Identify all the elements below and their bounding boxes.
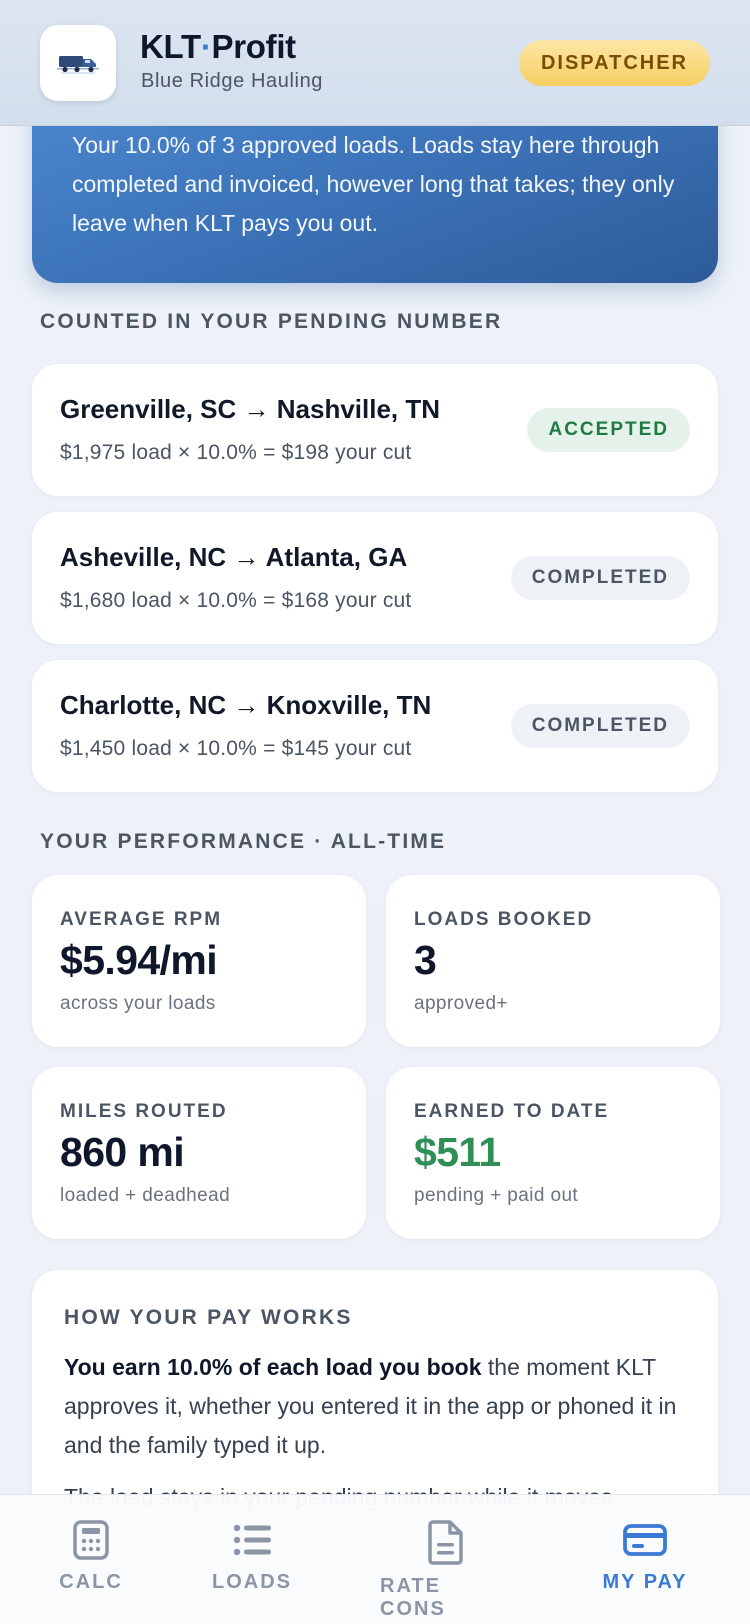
app-title: KLT·Profit (140, 28, 296, 66)
load-card[interactable]: Asheville, NC → Atlanta, GA $1,680 load … (32, 512, 718, 644)
status-badge: ACCEPTED (527, 408, 690, 452)
stat-note: pending + paid out (414, 1185, 579, 1206)
load-route: Asheville, NC → Atlanta, GA (60, 542, 408, 572)
nav-tab-label: RATE CONS (380, 1575, 446, 1620)
truck-logo-icon (40, 25, 116, 101)
nav-tab-calc[interactable]: CALC (48, 1495, 134, 1624)
nav-tab-label: CALC (59, 1571, 123, 1593)
load-card[interactable]: Greenville, SC → Nashville, TN $1,975 lo… (32, 364, 718, 496)
stat-label: AVERAGE RPM (60, 909, 223, 930)
nav-tab-loads[interactable]: LOADS (206, 1495, 298, 1624)
load-cut-calculation: $1,450 load × 10.0% = $145 your cut (60, 737, 412, 760)
app-title-suffix: Profit (211, 28, 297, 65)
stat-note: loaded + deadhead (60, 1185, 231, 1206)
list-icon (233, 1524, 271, 1556)
stat-value: $511 (414, 1129, 501, 1175)
role-badge: DISPATCHER (518, 40, 710, 86)
my-pay-screen: Your 10.0% of 3 approved loads. Loads st… (0, 0, 750, 1624)
company-name: Blue Ridge Hauling (141, 70, 324, 92)
nav-tab-label: LOADS (212, 1571, 292, 1593)
how-pay-works-title: HOW YOUR PAY WORKS (64, 1306, 353, 1329)
stat-label: EARNED TO DATE (414, 1101, 610, 1122)
stat-card-earned-to-date: EARNED TO DATE $511 pending + paid out (386, 1067, 720, 1239)
stat-note: across your loads (60, 993, 216, 1014)
stat-card-average-rpm: AVERAGE RPM $5.94/mi across your loads (32, 875, 366, 1047)
load-cut-calculation: $1,680 load × 10.0% = $168 your cut (60, 589, 412, 612)
stat-value: 860 mi (60, 1129, 185, 1175)
status-badge: COMPLETED (510, 704, 690, 748)
stat-card-loads-booked: LOADS BOOKED 3 approved+ (386, 875, 720, 1047)
performance-section-title: YOUR PERFORMANCE · ALL-TIME (40, 830, 447, 853)
nav-tab-my-pay[interactable]: MY PAY (600, 1495, 690, 1624)
stat-value: 3 (414, 937, 437, 983)
load-route: Greenville, SC → Nashville, TN (60, 394, 441, 424)
pending-summary-banner: Your 10.0% of 3 approved loads. Loads st… (32, 100, 718, 283)
app-title-main: KLT (140, 28, 201, 65)
how-pay-works-emphasis: You earn 10.0% of each load you book (64, 1354, 482, 1380)
stat-label: LOADS BOOKED (414, 909, 594, 930)
load-cut-calculation: $1,975 load × 10.0% = $198 your cut (60, 441, 412, 464)
stat-card-miles-routed: MILES ROUTED 860 mi loaded + deadhead (32, 1067, 366, 1239)
bottom-nav: CALC LOADS RATE CONS MY PAY (0, 1494, 750, 1624)
app-title-dot: · (200, 28, 212, 65)
load-route: Charlotte, NC → Knoxville, TN (60, 690, 432, 720)
stat-label: MILES ROUTED (60, 1101, 228, 1122)
pending-summary-text: Your 10.0% of 3 approved loads. Loads st… (72, 132, 675, 236)
how-pay-works-paragraph: You earn 10.0% of each load you book the… (64, 1348, 692, 1465)
status-badge: COMPLETED (510, 556, 690, 600)
credit-card-icon (623, 1524, 667, 1556)
stat-value: $5.94/mi (60, 937, 218, 983)
nav-tab-label: MY PAY (602, 1571, 688, 1593)
document-icon (428, 1520, 463, 1565)
stat-note: approved+ (414, 993, 508, 1014)
load-card[interactable]: Charlotte, NC → Knoxville, TN $1,450 loa… (32, 660, 718, 792)
nav-tab-rate-cons[interactable]: RATE CONS (380, 1495, 512, 1624)
app-header: KLT·Profit Blue Ridge Hauling DISPATCHER (0, 0, 750, 126)
pending-section-title: COUNTED IN YOUR PENDING NUMBER (40, 310, 503, 333)
calculator-icon (73, 1520, 109, 1560)
